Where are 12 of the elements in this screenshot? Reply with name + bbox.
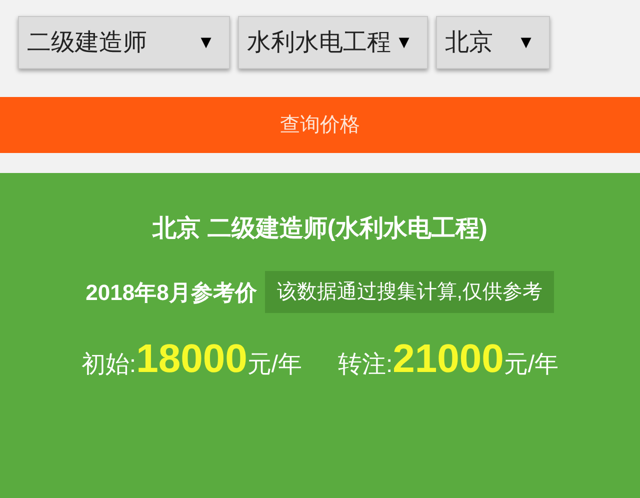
data-note: 该数据通过搜集计算,仅供参考	[264, 271, 554, 313]
price-label: 转注:	[338, 350, 393, 380]
dropdown[interactable]: 北京 ▼	[436, 16, 550, 69]
price-value: 21000	[392, 336, 504, 383]
price-unit: 元/年	[247, 350, 302, 380]
dropdown[interactable]: 水利水电工程 ▼	[238, 16, 428, 69]
price-label: 初始:	[81, 350, 136, 380]
price-value: 18000	[136, 336, 248, 383]
price-unit: 元/年	[504, 350, 559, 380]
dropdown[interactable]: 二级建造师 ▼	[18, 16, 230, 69]
reference-period: 2018年8月参考价	[86, 278, 257, 306]
result-title: 北京 二级建造师(水利水电工程)	[152, 214, 488, 244]
